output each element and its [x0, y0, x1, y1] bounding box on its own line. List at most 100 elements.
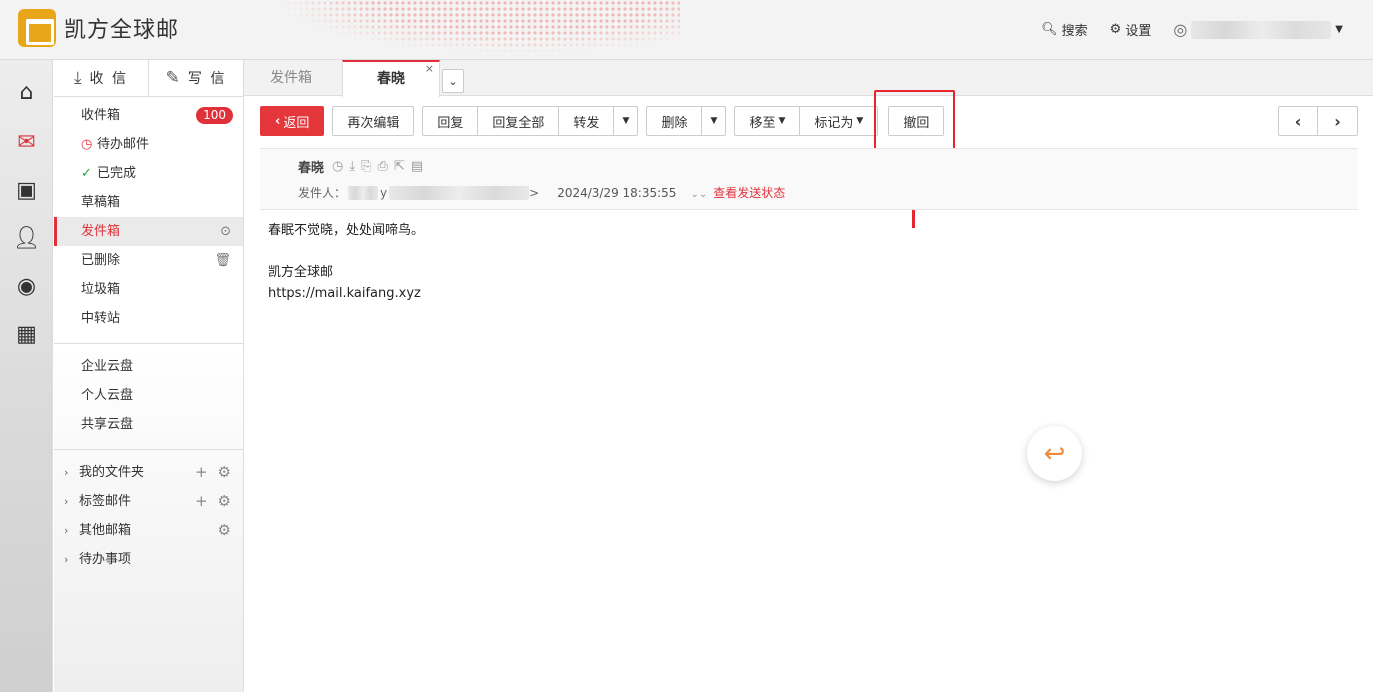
disc-icon[interactable]: ◉ [0, 262, 53, 310]
folder-todo[interactable]: ◷ 待办邮件 [54, 130, 243, 159]
search-button[interactable]: 🔍︎ 搜索 [1041, 20, 1088, 39]
mail-icon[interactable]: ✉ [0, 118, 53, 166]
app-logo[interactable]: 凯方全球邮 [18, 9, 179, 47]
search-icon: 🔍︎ [1041, 22, 1058, 37]
add-user-icon[interactable]: 👤︎ [0, 214, 53, 262]
sender-name-redacted [348, 185, 379, 200]
calendar-icon[interactable]: ▦ [0, 310, 53, 358]
chevron-left-icon: ‹ [275, 113, 281, 129]
tab-list-dropdown[interactable]: ⌄ [442, 69, 464, 93]
disk-label: 个人云盘 [81, 388, 134, 403]
tab-label: 春晓 [377, 71, 405, 87]
disk-personal[interactable]: 个人云盘 [54, 381, 243, 410]
print-icon[interactable]: ⎙ [378, 159, 388, 174]
status-link-label: 查看发送状态 [713, 186, 786, 200]
tree-label: 标签邮件 [79, 494, 132, 509]
move-to-button[interactable]: 移至 ▼ [734, 106, 801, 136]
user-name-redacted [1191, 20, 1332, 39]
folder-inbox[interactable]: 收件箱 100 [54, 101, 243, 130]
tab-current-mail[interactable]: 春晓 × [342, 60, 440, 97]
disk-label: 共享云盘 [81, 417, 134, 432]
tree-tag-mail[interactable]: › 标签邮件 + ⚙ [54, 487, 243, 516]
delete-button[interactable]: 删除 [646, 106, 703, 136]
folder-sent[interactable]: 发件箱 ⊙ [54, 217, 243, 246]
chevron-right-icon: › [1334, 111, 1341, 131]
previous-mail-button[interactable]: ‹ [1278, 106, 1318, 136]
tab-outbox[interactable]: 发件箱 [244, 60, 342, 96]
folder-label: 草稿箱 [81, 195, 121, 210]
sender-visible-fragment: y [380, 185, 388, 200]
mail-subject: 春晓 [298, 161, 325, 176]
tree-my-folders[interactable]: › 我的文件夹 + ⚙ [54, 458, 243, 487]
gear-icon[interactable]: ⚙ [218, 458, 231, 487]
main-panel: 发件箱 春晓 × ⌄ ‹ 返回 再次编辑 回复 回复全部 转发 ▼ 删除 ▼ 移至… [244, 60, 1373, 692]
download-icon[interactable]: ⤓ [349, 159, 355, 174]
mark-as-button[interactable]: 标记为 ▼ [800, 106, 879, 136]
reedit-button[interactable]: 再次编辑 [332, 106, 415, 136]
external-link-icon[interactable]: ⇱ [394, 159, 405, 174]
delete-dropdown[interactable]: ▼ [702, 106, 727, 136]
app-rail: ⌂ ✉ ▣ 👤︎ ◉ ▦ [0, 60, 53, 692]
tree-label: 我的文件夹 [79, 465, 145, 480]
folder-done[interactable]: ✓ 已完成 [54, 159, 243, 188]
signature-url[interactable]: https://mail.kaifang.xyz [268, 283, 424, 304]
gear-icon[interactable]: ⚙ [218, 516, 231, 545]
contacts-icon[interactable]: ▣ [0, 166, 53, 214]
chevron-right-icon: › [64, 553, 69, 566]
next-mail-button[interactable]: › [1318, 106, 1358, 136]
forward-button[interactable]: 转发 [559, 106, 615, 136]
view-send-status-link[interactable]: ⌄⌄ 查看发送状态 [690, 184, 785, 201]
tree-todo-items[interactable]: › 待办事项 [54, 545, 243, 574]
caret-down-icon: ▼ [778, 116, 786, 126]
forward-dropdown[interactable]: ▼ [614, 106, 639, 136]
reply-arrow-icon: ↩ [1043, 438, 1066, 469]
disk-enterprise[interactable]: 企业云盘 [54, 352, 243, 381]
plus-icon[interactable]: + [195, 487, 208, 516]
clock-icon[interactable]: ◷ [332, 159, 343, 174]
reply-button[interactable]: 回复 [422, 106, 479, 136]
compose-mail-tab[interactable]: ✎ 写 信 [148, 60, 243, 96]
home-icon[interactable]: ⌂ [0, 68, 53, 116]
chevron-right-icon: › [64, 466, 69, 479]
close-icon[interactable]: × [425, 62, 434, 76]
sender-address-redacted [389, 185, 530, 200]
folder-deleted[interactable]: 已删除 🗑︎ [54, 246, 243, 275]
tree-label: 其他邮箱 [79, 523, 132, 538]
user-menu[interactable]: ◎ ▼ [1173, 20, 1343, 39]
tree-other-mailboxes[interactable]: › 其他邮箱 ⚙ [54, 516, 243, 545]
compose-mail-label: 写 信 [187, 71, 227, 87]
caret-down-icon: ▼ [856, 116, 864, 126]
folder-spam[interactable]: 垃圾箱 [54, 275, 243, 304]
back-button[interactable]: ‹ 返回 [260, 106, 325, 136]
folder-sidebar: ⤓ 收 信 ✎ 写 信 收件箱 100 ◷ 待办邮件 ✓ 已完成 草稿箱 发件箱 ⊙… [54, 60, 244, 692]
reply-all-button[interactable]: 回复全部 [478, 106, 560, 136]
folder-label: 已删除 [81, 253, 121, 268]
bookmark-icon[interactable]: ⎘ [361, 159, 371, 174]
mark-as-label: 标记为 [814, 115, 854, 131]
check-icon: ✓ [81, 166, 92, 181]
folder-label: 中转站 [81, 311, 121, 326]
settings-button[interactable]: ⚙ 设置 [1110, 20, 1152, 39]
caret-down-icon: ▼ [710, 116, 718, 126]
folder-transfer[interactable]: 中转站 [54, 304, 243, 333]
plus-icon[interactable]: + [195, 458, 208, 487]
gear-icon[interactable]: ⚙ [218, 487, 231, 516]
logo-text: 凯方全球邮 [64, 18, 180, 43]
folder-label: 待办邮件 [97, 137, 150, 152]
signature-name: 凯方全球邮 [268, 265, 334, 280]
from-label: 发件人： [298, 186, 347, 200]
disk-shared[interactable]: 共享云盘 [54, 410, 243, 439]
sender-suffix: > [529, 185, 540, 200]
note-icon[interactable]: ▤ [411, 159, 423, 174]
world-map-decoration [280, 0, 680, 59]
unread-badge: 100 [196, 107, 233, 124]
chevron-down-icon: ▼ [1335, 24, 1343, 35]
folder-label: 收件箱 [81, 108, 121, 123]
target-icon[interactable]: ⊙ [220, 217, 231, 246]
trash-icon[interactable]: 🗑︎ [214, 246, 231, 275]
move-to-label: 移至 [749, 115, 776, 131]
folder-drafts[interactable]: 草稿箱 [54, 188, 243, 217]
tab-bar: 发件箱 春晓 × ⌄ [244, 60, 1373, 97]
receive-mail-tab[interactable]: ⤓ 收 信 [54, 60, 148, 96]
quick-reply-button[interactable]: ↩ [1027, 426, 1082, 481]
